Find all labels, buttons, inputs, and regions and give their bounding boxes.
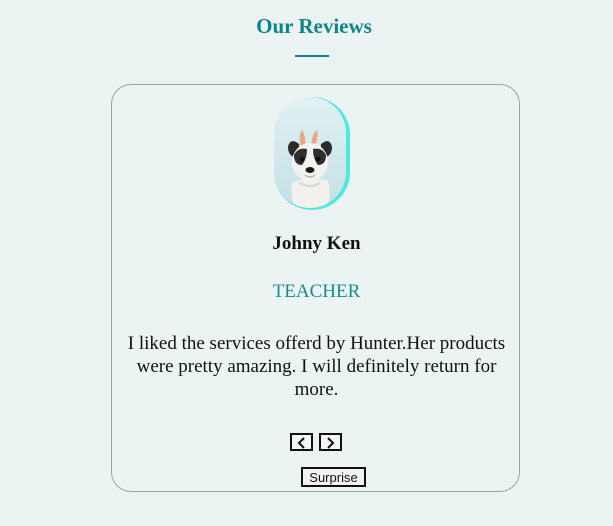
avatar — [274, 97, 346, 208]
reviewer-name: Johny Ken — [272, 233, 361, 254]
chevron-left-icon — [297, 437, 305, 449]
prev-button[interactable] — [290, 433, 313, 451]
avatar-ring — [274, 97, 350, 210]
review-card: Johny Ken TEACHER I liked the services o… — [111, 84, 520, 492]
surprise-button[interactable]: Surprise — [301, 467, 366, 487]
next-button[interactable] — [319, 433, 342, 451]
dog-photo — [288, 130, 332, 208]
review-text: I liked the services offerd by Hunter.He… — [127, 333, 506, 400]
title-underline — [295, 55, 329, 57]
reviewer-role: TEACHER — [272, 281, 361, 302]
section-title: Our Reviews — [256, 14, 372, 38]
chevron-right-icon — [327, 437, 335, 449]
